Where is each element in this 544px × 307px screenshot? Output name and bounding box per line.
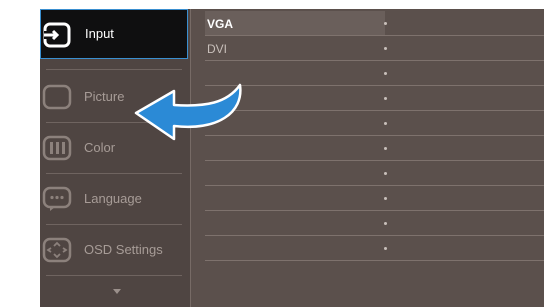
menu-item-label: Input bbox=[85, 26, 114, 41]
color-icon bbox=[40, 135, 74, 161]
row-dot bbox=[384, 22, 387, 25]
row-dot bbox=[384, 222, 387, 225]
menu-divider bbox=[46, 69, 182, 70]
row-dot bbox=[384, 172, 387, 175]
submenu-option[interactable] bbox=[205, 111, 544, 136]
picture-icon bbox=[40, 84, 74, 110]
submenu-option[interactable] bbox=[205, 136, 544, 161]
submenu-option-label: DVI bbox=[207, 42, 228, 56]
submenu-option[interactable] bbox=[205, 236, 544, 261]
menu-divider bbox=[46, 275, 182, 276]
row-dot bbox=[384, 122, 387, 125]
row-dot bbox=[384, 147, 387, 150]
osd-settings-icon bbox=[40, 237, 74, 263]
row-dot bbox=[384, 97, 387, 100]
menu-item-label: Language bbox=[84, 191, 142, 206]
row-dot bbox=[384, 247, 387, 250]
submenu-option[interactable] bbox=[205, 186, 544, 211]
language-icon bbox=[40, 186, 74, 212]
submenu-row-divider bbox=[205, 11, 544, 36]
input-icon bbox=[41, 22, 75, 48]
curved-arrow-icon bbox=[134, 83, 242, 141]
menu-item-input[interactable]: Input bbox=[40, 9, 188, 59]
submenu-option[interactable] bbox=[205, 86, 544, 111]
menu-item-label: Color bbox=[84, 140, 116, 155]
menu-item-language[interactable]: Language bbox=[40, 174, 188, 224]
submenu-option[interactable] bbox=[205, 61, 544, 86]
chevron-down-icon[interactable] bbox=[113, 289, 121, 294]
menu-item-label: OSD Settings bbox=[84, 242, 163, 257]
row-dot bbox=[384, 47, 387, 50]
main-menu: Input Picture Color Language OSD Setting… bbox=[40, 9, 191, 307]
menu-item-osd-settings[interactable]: OSD Settings bbox=[40, 225, 188, 275]
menu-item-label: Picture bbox=[84, 89, 125, 104]
submenu-option[interactable] bbox=[205, 211, 544, 236]
submenu-panel: VGA DVI bbox=[191, 9, 544, 307]
row-dot bbox=[384, 197, 387, 200]
row-dot bbox=[384, 72, 387, 75]
osd-menu: Input Picture Color Language OSD Setting… bbox=[40, 9, 544, 307]
submenu-option[interactable] bbox=[205, 161, 544, 186]
submenu-option-dvi[interactable]: DVI bbox=[205, 36, 544, 61]
